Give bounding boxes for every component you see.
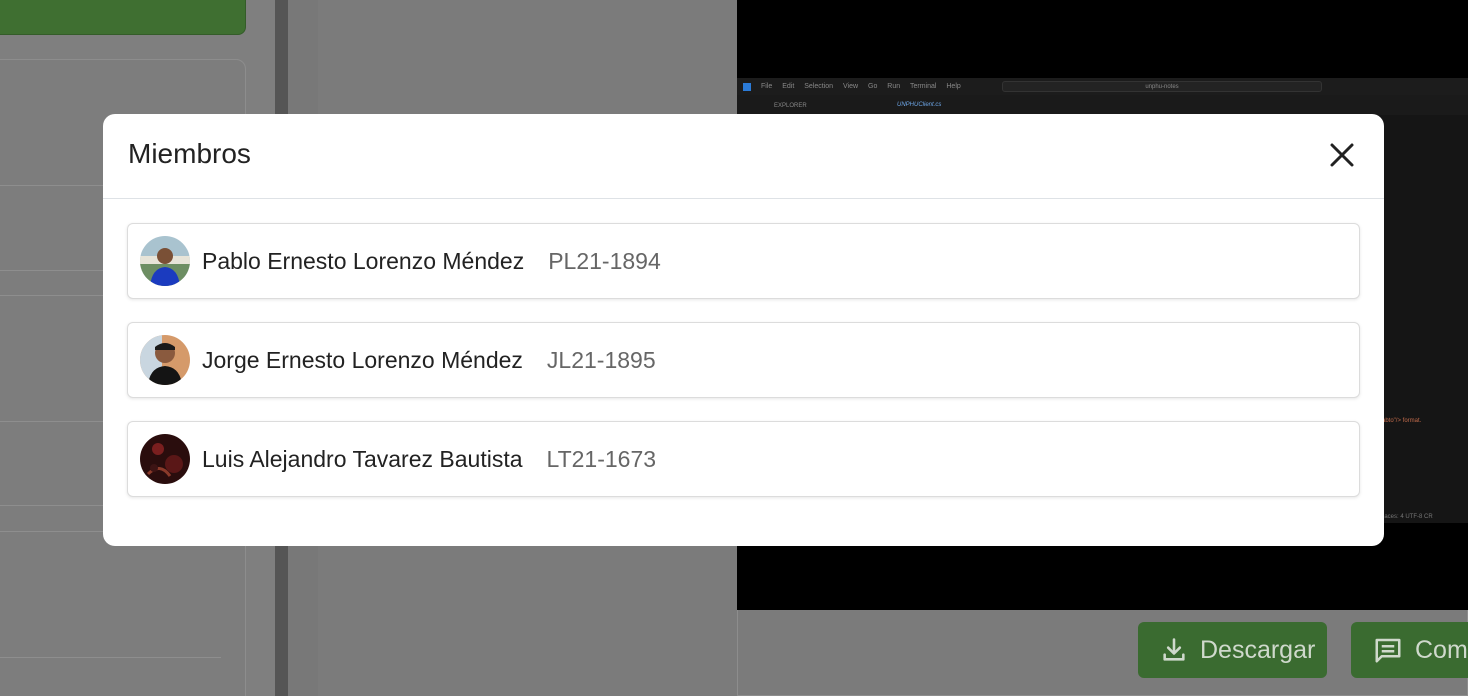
close-button[interactable]: [1327, 140, 1357, 170]
vscode-menu-item: Terminal: [909, 83, 937, 90]
vscode-menu-item: Selection: [804, 83, 834, 90]
vscode-menu-item: Edit: [782, 83, 795, 90]
background-green-bar: [0, 0, 246, 35]
vscode-logo-icon: [743, 83, 751, 91]
download-button: Descargar: [1138, 622, 1327, 678]
member-name: Pablo Ernesto Lorenzo Méndez: [202, 247, 525, 274]
vscode-menu-item: File: [761, 83, 773, 90]
comment-button: Come: [1351, 622, 1468, 678]
download-icon: [1163, 638, 1185, 661]
member-item[interactable]: Luis Alejandro Tavarez Bautista LT21-167…: [127, 421, 1360, 497]
comment-icon: [1375, 638, 1401, 663]
vscode-titlebar: File Edit Selection View Go Run Terminal…: [737, 78, 1468, 95]
member-name: Jorge Ernesto Lorenzo Méndez: [202, 346, 523, 373]
close-icon: [1330, 143, 1354, 167]
member-id: LT21-1673: [546, 445, 657, 472]
vscode-explorer-label: EXPLORER: [774, 103, 807, 109]
modal-header: Miembros: [103, 114, 1384, 199]
comment-label: Come: [1415, 635, 1468, 664]
avatar: [140, 335, 190, 385]
members-modal: Miembros Pablo Ernesto Lorenzo Méndez PL…: [103, 114, 1384, 546]
download-label: Descargar: [1200, 635, 1316, 664]
vscode-menu-item: Run: [887, 83, 901, 90]
avatar: [140, 434, 190, 484]
vscode-search: unphu-notes: [1002, 81, 1322, 92]
avatar: [140, 236, 190, 286]
vscode-status: Spaces: 4 UTF-8 CR: [1377, 514, 1433, 520]
vscode-menu-item: Help: [946, 83, 961, 90]
background-divider: [0, 657, 221, 658]
vscode-menu: File Edit Selection View Go Run Terminal…: [761, 83, 969, 90]
vscode-menu-item: View: [843, 83, 859, 90]
modal-title: Miembros: [128, 138, 251, 169]
member-name: Luis Alejandro Tavarez Bautista: [202, 445, 523, 472]
member-item[interactable]: Pablo Ernesto Lorenzo Méndez PL21-1894: [127, 223, 1360, 299]
vscode-tabs: EXPLORER UNPHUClient.cs: [737, 95, 1468, 115]
vscode-menu-item: Go: [868, 83, 878, 90]
vscode-tab: UNPHUClient.cs: [897, 102, 942, 108]
members-list: Pablo Ernesto Lorenzo Méndez PL21-1894 J…: [127, 223, 1360, 520]
member-item[interactable]: Jorge Ernesto Lorenzo Méndez JL21-1895: [127, 322, 1360, 398]
member-id: PL21-1894: [548, 247, 661, 274]
member-id: JL21-1895: [546, 346, 656, 373]
